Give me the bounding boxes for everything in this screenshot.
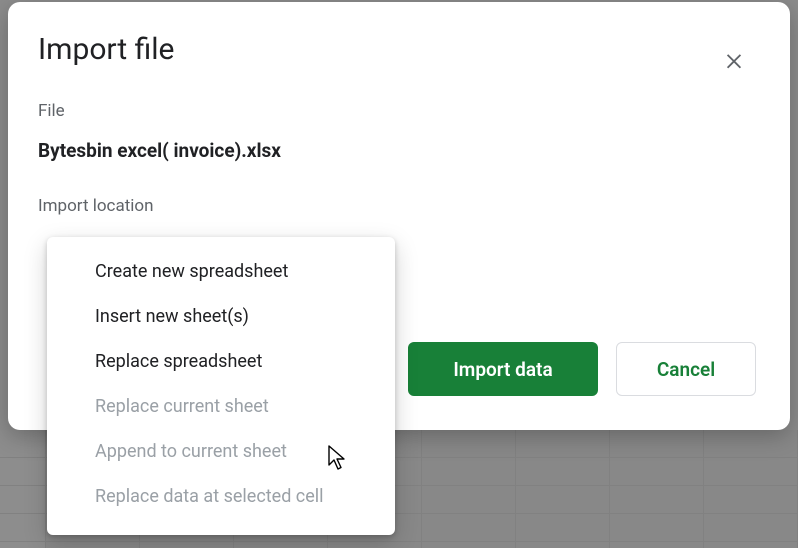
- file-label: File: [38, 101, 760, 121]
- import-data-button[interactable]: Import data: [408, 342, 598, 396]
- import-location-label: Import location: [38, 196, 760, 216]
- menu-item-replace-current-sheet: Replace current sheet: [47, 384, 395, 429]
- menu-item-replace-spreadsheet[interactable]: Replace spreadsheet: [47, 339, 395, 384]
- menu-item-create-new-spreadsheet[interactable]: Create new spreadsheet: [47, 249, 395, 294]
- cancel-button[interactable]: Cancel: [616, 342, 756, 396]
- menu-item-append-to-current-sheet: Append to current sheet: [47, 429, 395, 474]
- file-name: Bytesbin excel( invoice).xlsx: [38, 139, 760, 162]
- menu-item-insert-new-sheets[interactable]: Insert new sheet(s): [47, 294, 395, 339]
- close-icon: [723, 49, 745, 75]
- close-button[interactable]: [712, 40, 756, 84]
- dialog-title: Import file: [38, 32, 760, 67]
- dialog-button-row: Import data Cancel: [408, 342, 756, 396]
- menu-item-replace-data-at-selected-cell: Replace data at selected cell: [47, 474, 395, 519]
- import-location-dropdown-menu: Create new spreadsheet Insert new sheet(…: [47, 237, 395, 535]
